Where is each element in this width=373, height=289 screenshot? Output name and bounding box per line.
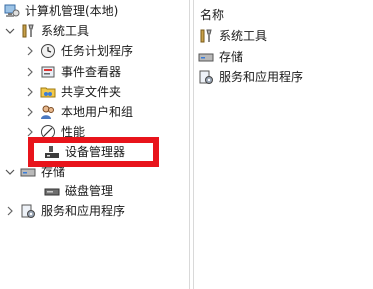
tree-item-label: 存储 [41, 165, 66, 179]
tree-item-storage[interactable]: 存储 [4, 162, 65, 182]
tree-item-local-users[interactable]: 本地用户和组 [24, 102, 133, 122]
chevron-right-icon[interactable] [24, 126, 36, 138]
tools-icon [20, 23, 36, 39]
tree-item-disk-management[interactable]: 磁盘管理 [44, 181, 113, 201]
tree-item-event-viewer[interactable]: 事件查看器 [24, 62, 121, 82]
tree-item-label: 事件查看器 [61, 65, 122, 79]
list-item-label: 服务和应用程序 [219, 70, 304, 84]
tree-item-label: 共享文件夹 [61, 85, 122, 99]
services-icon [198, 69, 214, 85]
chevron-right-icon[interactable] [24, 106, 36, 118]
tree-item-label: 性能 [61, 125, 86, 139]
event-viewer-icon [40, 64, 56, 80]
tree-item-performance[interactable]: 性能 [24, 122, 85, 142]
tree-item-device-manager[interactable]: 设备管理器 [44, 142, 125, 162]
disk-icon [44, 183, 60, 199]
list-item-label: 系统工具 [219, 29, 268, 43]
column-header-name[interactable]: 名称 [200, 6, 224, 23]
chevron-right-icon[interactable] [24, 66, 36, 78]
tree-item-label: 磁盘管理 [65, 184, 114, 198]
tree-item-computer-management[interactable]: 计算机管理(本地) [4, 1, 118, 21]
tree-item-label: 系统工具 [41, 24, 90, 38]
computer-management-icon [4, 3, 20, 19]
list-item[interactable]: 存储 [198, 47, 243, 67]
storage-icon [198, 49, 214, 65]
chevron-down-icon[interactable] [4, 166, 16, 178]
tree-item-shared-folders[interactable]: 共享文件夹 [24, 82, 121, 102]
device-manager-icon [44, 144, 60, 160]
chevron-right-icon[interactable] [24, 45, 36, 57]
tree-item-label: 服务和应用程序 [41, 204, 126, 218]
users-icon [40, 104, 56, 120]
chevron-down-icon[interactable] [4, 25, 16, 37]
chevron-right-icon[interactable] [24, 86, 36, 98]
tree-item-task-scheduler[interactable]: 任务计划程序 [24, 41, 133, 61]
tools-icon [198, 28, 214, 44]
services-icon [20, 203, 36, 219]
list-item[interactable]: 服务和应用程序 [198, 67, 303, 87]
performance-icon [40, 124, 56, 140]
tree-item-label: 计算机管理(本地) [25, 4, 119, 18]
clock-icon [40, 43, 56, 59]
details-list: 名称 系统工具 存储 服务和应用程序 [194, 0, 373, 289]
list-item-label: 存储 [219, 50, 244, 64]
list-item[interactable]: 系统工具 [198, 26, 267, 46]
shared-folder-icon [40, 84, 56, 100]
tree-item-services[interactable]: 服务和应用程序 [4, 201, 125, 221]
tree-item-label: 任务计划程序 [61, 44, 134, 58]
navigation-tree: 计算机管理(本地) 系统工具 任务计划程序 事件查看器 共享文件夹 本地用户和组… [0, 0, 189, 289]
storage-icon [20, 164, 36, 180]
chevron-right-icon[interactable] [4, 205, 16, 217]
tree-item-system-tools[interactable]: 系统工具 [4, 21, 89, 41]
tree-item-label: 设备管理器 [65, 145, 126, 159]
tree-item-label: 本地用户和组 [61, 105, 134, 119]
